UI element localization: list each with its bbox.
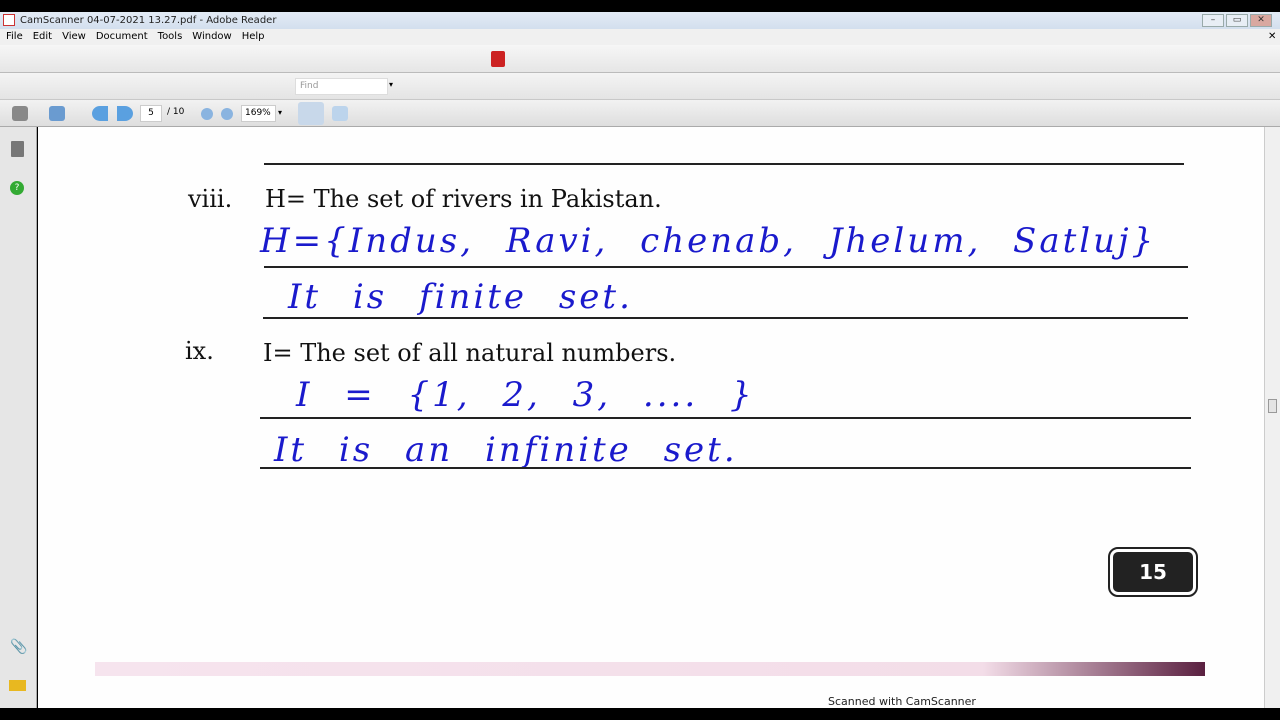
fit-width-icon[interactable] xyxy=(298,102,324,125)
find-input[interactable]: Find xyxy=(295,78,388,95)
attachment-icon[interactable]: 📎 xyxy=(10,639,27,655)
find-dropdown-icon[interactable]: ▾ xyxy=(389,80,393,89)
menu-window[interactable]: Window xyxy=(192,31,231,42)
minimize-button[interactable]: – xyxy=(1202,14,1224,27)
ruled-line xyxy=(263,317,1188,319)
find-toolbar xyxy=(0,73,1280,100)
ruled-line xyxy=(260,467,1191,469)
zoom-out-icon[interactable] xyxy=(201,108,213,120)
scrollbar-thumb[interactable] xyxy=(1268,399,1277,413)
ruled-line xyxy=(264,163,1184,165)
menu-document[interactable]: Document xyxy=(96,31,148,42)
zoom-level-input[interactable]: 169% xyxy=(241,105,276,122)
pdf-page: viii. H= The set of rivers in Pakistan. … xyxy=(38,127,1264,708)
page-number-badge: 15 xyxy=(1108,547,1198,597)
scanner-footer: Scanned with CamScanner xyxy=(828,695,976,708)
top-toolbar xyxy=(0,45,1280,73)
item-number: ix. xyxy=(185,337,214,365)
menu-bar: File Edit View Document Tools Window Help ✕ xyxy=(0,29,1280,45)
maximize-button[interactable]: ▭ xyxy=(1226,14,1248,27)
title-bar: CamScanner 04-07-2021 13.27.pdf - Adobe … xyxy=(0,12,1280,29)
next-page-icon[interactable] xyxy=(117,106,133,121)
ruled-line xyxy=(264,266,1188,268)
menu-view[interactable]: View xyxy=(62,31,86,42)
vertical-scrollbar[interactable] xyxy=(1264,127,1280,708)
item-number: viii. xyxy=(188,185,233,213)
close-document-icon[interactable]: ✕ xyxy=(1268,29,1276,45)
previous-page-icon[interactable] xyxy=(92,106,108,121)
left-navigation-panel: ? 📎 xyxy=(0,127,37,708)
navigation-toolbar: 5 / 10 169% ▾ xyxy=(0,100,1280,127)
zoom-in-icon[interactable] xyxy=(221,108,233,120)
zoom-dropdown-icon[interactable]: ▾ xyxy=(278,108,282,117)
handwritten-answer: H={Indus, Ravi, chenab, Jhelum, Satluj} xyxy=(260,221,1157,261)
menu-help[interactable]: Help xyxy=(242,31,265,42)
close-button[interactable]: ✕ xyxy=(1250,14,1272,27)
handwritten-answer: I = {1, 2, 3, .... } xyxy=(296,375,755,415)
handwritten-answer: It is finite set. xyxy=(288,277,633,317)
question-text: I= The set of all natural numbers. xyxy=(263,339,677,367)
help-icon[interactable]: ? xyxy=(10,181,24,195)
fit-page-icon[interactable] xyxy=(332,106,348,121)
window-title: CamScanner 04-07-2021 13.27.pdf - Adobe … xyxy=(20,15,277,26)
question-text: H= The set of rivers in Pakistan. xyxy=(265,185,662,213)
pdf-app-icon xyxy=(3,14,15,26)
page-number-input[interactable]: 5 xyxy=(140,105,162,122)
handwritten-answer: It is an infinite set. xyxy=(274,430,738,470)
comments-icon[interactable] xyxy=(9,680,26,691)
menu-tools[interactable]: Tools xyxy=(158,31,183,42)
pdf-share-icon[interactable] xyxy=(491,51,505,67)
page-total: / 10 xyxy=(167,107,185,117)
share-icon[interactable] xyxy=(49,106,65,121)
menu-file[interactable]: File xyxy=(6,31,23,42)
page-bottom-border xyxy=(95,662,1205,676)
print-icon[interactable] xyxy=(12,106,28,121)
menu-edit[interactable]: Edit xyxy=(33,31,52,42)
ruled-line xyxy=(260,417,1191,419)
pages-icon[interactable] xyxy=(11,141,24,157)
